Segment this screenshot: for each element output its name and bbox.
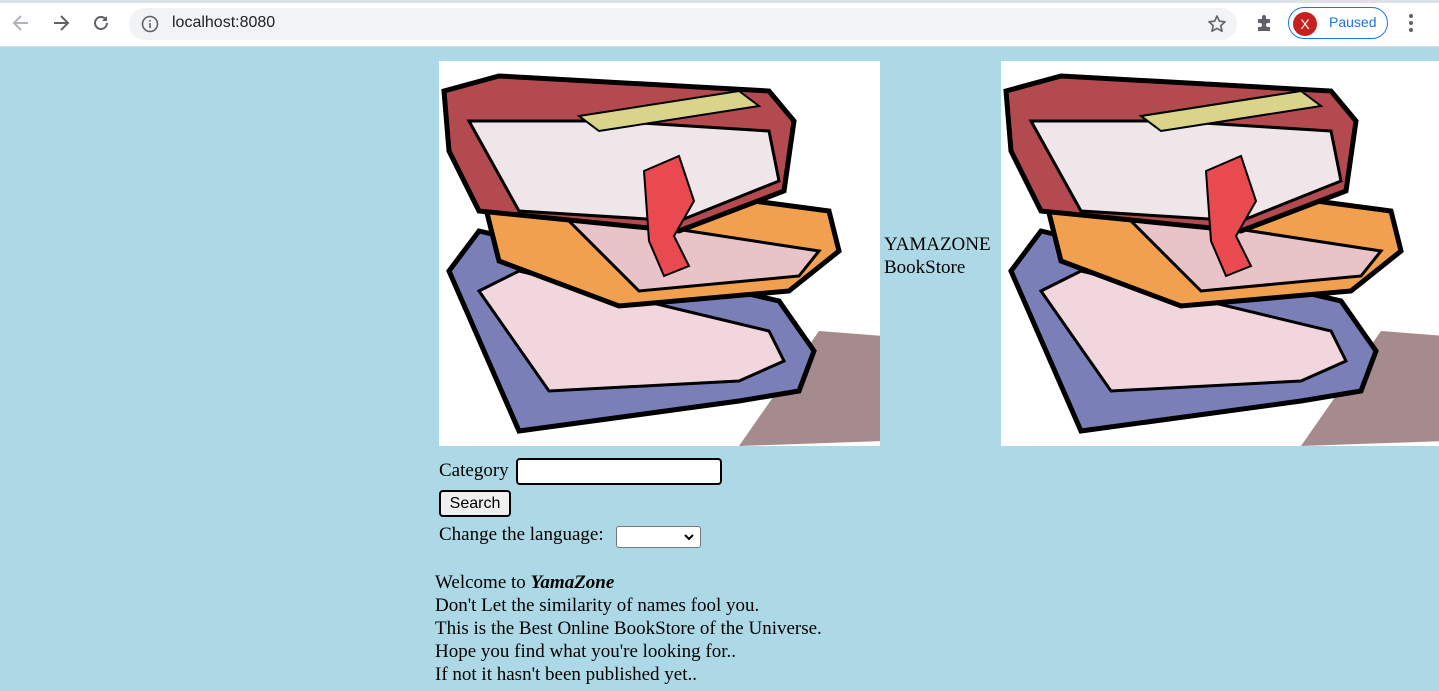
welcome-line: Welcome to YamaZone xyxy=(435,571,822,594)
welcome-line-5: If not it hasn't been published yet.. xyxy=(435,664,697,685)
category-label: Category xyxy=(439,460,509,481)
browser-toolbar: localhost:8080 X Paused xyxy=(0,0,1439,47)
forward-arrow-icon xyxy=(54,15,70,31)
brand-line-1: YAMAZONE xyxy=(884,234,991,255)
store-brand: YAMAZONE BookStore xyxy=(884,233,991,279)
tab-strip-edge xyxy=(0,0,1439,3)
language-label: Change the language: xyxy=(439,524,604,545)
language-select[interactable] xyxy=(616,526,701,548)
back-arrow-icon xyxy=(12,15,28,31)
kebab-menu-icon[interactable] xyxy=(1401,12,1421,34)
welcome-store-name: YamaZone xyxy=(530,572,615,593)
address-bar[interactable]: localhost:8080 xyxy=(129,8,1237,40)
chevron-down-icon xyxy=(684,534,694,541)
book-stack-image xyxy=(441,73,884,446)
url-text[interactable]: localhost:8080 xyxy=(172,14,275,32)
star-icon[interactable] xyxy=(1207,14,1227,34)
welcome-prefix: Welcome to xyxy=(435,572,531,593)
welcome-line-2: Don't Let the similarity of names fool y… xyxy=(435,595,760,616)
profile-button[interactable]: X Paused xyxy=(1288,7,1388,39)
search-button[interactable]: Search xyxy=(439,490,511,517)
book-stack-image-left xyxy=(439,61,884,446)
info-icon[interactable] xyxy=(141,15,159,33)
back-button[interactable] xyxy=(10,12,32,34)
reload-button[interactable] xyxy=(90,12,112,34)
welcome-line-3: This is the Best Online BookStore of the… xyxy=(435,618,822,639)
book-stack-image xyxy=(1003,73,1439,446)
welcome-line-4: Hope you find what you're looking for.. xyxy=(435,641,737,662)
category-input[interactable] xyxy=(516,458,722,485)
welcome-message: Welcome to YamaZone Don't Let the simila… xyxy=(435,571,822,686)
book-stack-image-right xyxy=(1001,61,1439,446)
reload-icon xyxy=(94,16,108,30)
brand-line-2: BookStore xyxy=(884,257,966,278)
extensions-puzzle-icon[interactable] xyxy=(1254,12,1276,34)
avatar: X xyxy=(1293,12,1317,36)
profile-status: Paused xyxy=(1329,14,1377,30)
forward-button[interactable] xyxy=(50,12,72,34)
